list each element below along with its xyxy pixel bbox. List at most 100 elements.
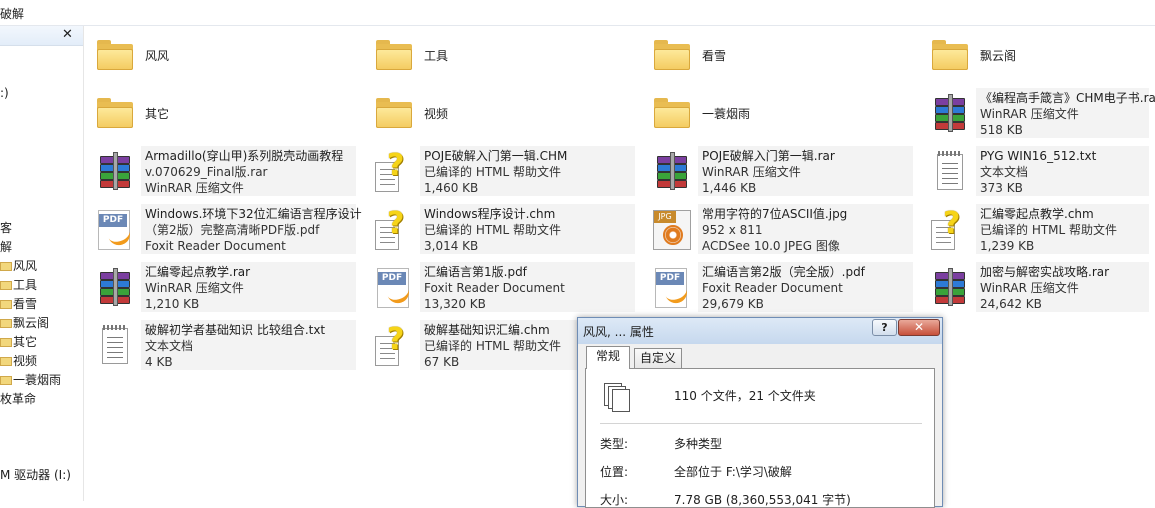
file-item[interactable]: POJE破解入门第一辑.rar WinRAR 压缩文件 1,446 KB <box>645 146 921 202</box>
tab-general[interactable]: 常规 <box>586 346 630 369</box>
item-text: 汇编语言第2版（完全版）.pdf Foxit Reader Document 29,… <box>702 264 865 312</box>
item-text: POJE破解入门第一辑.rar WinRAR 压缩文件 1,446 KB <box>702 148 835 196</box>
item-name: Armadillo(穿山甲)系列脱壳动画教程 <box>145 149 344 163</box>
folder-item[interactable]: 工具 <box>367 30 643 86</box>
item-detail: WinRAR 压缩文件 <box>145 281 244 295</box>
rar-file-icon <box>929 92 969 134</box>
folder-item[interactable]: 视频 <box>367 88 643 144</box>
folder-icon <box>0 300 12 309</box>
item-name: 汇编零起点教学.chm <box>980 207 1094 221</box>
item-text: 破解基础知识汇编.chm 已编译的 HTML 帮助文件 67 KB <box>424 322 561 370</box>
folder-icon <box>373 92 413 134</box>
nav-tree-item[interactable]: 视频 <box>0 352 37 369</box>
help-button[interactable]: ? <box>872 319 897 336</box>
nav-tree-label: 风风 <box>13 259 38 273</box>
item-text: 破解初学者基础知识 比较组合.txt 文本文档 4 KB <box>145 322 325 370</box>
nav-tree-item[interactable]: :) <box>0 86 9 100</box>
file-item[interactable]: JPG 常用字符的7位ASCII值.jpg 952 x 811 ACDSee 10.0… <box>645 204 921 260</box>
file-item[interactable]: Armadillo(穿山甲)系列脱壳动画教程 v.070629_Final版.ra… <box>88 146 364 202</box>
file-item[interactable]: 加密与解密实战攻略.rar WinRAR 压缩文件 24,642 KB <box>923 262 1149 318</box>
location-label: 位置: <box>600 465 629 479</box>
item-text: 飘云阁 <box>980 48 1016 64</box>
item-text: 汇编零起点教学.rar WinRAR 压缩文件 1,210 KB <box>145 264 250 312</box>
folder-icon <box>94 34 134 76</box>
file-item[interactable]: ? POJE破解入门第一辑.CHM 已编译的 HTML 帮助文件 1,460 KB <box>367 146 643 202</box>
item-name: 破解初学者基础知识 比较组合.txt <box>145 323 326 337</box>
item-name: 工具 <box>424 49 449 63</box>
file-item[interactable]: PDF 汇编语言第2版（完全版）.pdf Foxit Reader Document… <box>645 262 921 318</box>
nav-tree-item[interactable]: 解 <box>0 238 12 255</box>
nav-tree-item[interactable]: 一蓑烟雨 <box>0 371 61 388</box>
nav-tree-item[interactable]: 其它 <box>0 333 37 350</box>
file-item[interactable]: PDF Windows.环境下32位汇编语言程序设计 （第2版）完整高清晰PDF版.… <box>88 204 364 260</box>
item-detail: 1,239 KB <box>980 239 1035 253</box>
item-text: 汇编语言第1版.pdf Foxit Reader Document 13,320 K… <box>424 264 565 312</box>
pdf-file-icon: PDF <box>373 266 413 308</box>
item-detail: WinRAR 压缩文件 <box>980 281 1079 295</box>
file-item[interactable]: ? Windows程序设计.chm 已编译的 HTML 帮助文件 3,014 KB <box>367 204 643 260</box>
item-name: 风风 <box>145 49 170 63</box>
file-item[interactable]: 破解初学者基础知识 比较组合.txt 文本文档 4 KB <box>88 320 364 376</box>
item-text: 汇编零起点教学.chm 已编译的 HTML 帮助文件 1,239 KB <box>980 206 1117 254</box>
close-button[interactable]: ✕ <box>898 319 940 336</box>
item-detail: 29,679 KB <box>702 297 764 311</box>
folder-item[interactable]: 看雪 <box>645 30 921 86</box>
nav-tree-label: 客 <box>0 221 13 235</box>
type-value: 多种类型 <box>674 437 723 451</box>
nav-tree-label: 解 <box>0 240 13 254</box>
item-detail: ACDSee 10.0 JPEG 图像 <box>702 239 840 253</box>
item-detail: WinRAR 压缩文件 <box>145 181 244 195</box>
dialog-titlebar[interactable]: 风风, ... 属性 ? ✕ <box>578 318 942 344</box>
folder-icon <box>651 92 691 134</box>
navigation-pane-header: ✕ <box>0 26 83 46</box>
folder-icon <box>0 357 12 366</box>
rar-file-icon <box>94 266 134 308</box>
folder-item[interactable]: 飘云阁 <box>923 30 1149 86</box>
close-icon[interactable]: ✕ <box>62 27 73 42</box>
item-text: Armadillo(穿山甲)系列脱壳动画教程 v.070629_Final版.ra… <box>145 148 343 196</box>
item-name: POJE破解入门第一辑.rar <box>702 149 835 163</box>
item-detail: 1,460 KB <box>424 181 479 195</box>
nav-tree-label: 工具 <box>13 278 38 292</box>
item-name: 破解基础知识汇编.chm <box>424 323 550 337</box>
nav-tree-label: 枚革命 <box>0 392 37 406</box>
folder-item[interactable]: 其它 <box>88 88 364 144</box>
file-item[interactable]: 汇编零起点教学.rar WinRAR 压缩文件 1,210 KB <box>88 262 364 318</box>
folder-icon <box>651 34 691 76</box>
dialog-title: 风风, ... 属性 <box>583 325 654 339</box>
chm-file-icon: ? <box>373 322 413 366</box>
item-name: 一蓑烟雨 <box>702 107 751 121</box>
nav-tree-item[interactable]: 工具 <box>0 276 37 293</box>
item-name: Windows.环境下32位汇编语言程序设计 <box>145 207 362 221</box>
nav-tree-item[interactable]: 看雪 <box>0 295 37 312</box>
item-detail: 67 KB <box>424 355 460 369</box>
divider <box>600 423 922 424</box>
item-text: PYG WIN16_512.txt 文本文档 373 KB <box>980 148 1096 196</box>
size-value: 7.78 GB (8,360,553,041 字节) <box>674 493 851 507</box>
file-item[interactable]: 《编程高手箴言》CHM电子书.rar WinRAR 压缩文件 518 KB <box>923 88 1155 144</box>
nav-tree-item[interactable]: 枚革命 <box>0 390 36 407</box>
item-detail: 373 KB <box>980 181 1023 195</box>
item-detail: 已编译的 HTML 帮助文件 <box>424 223 562 237</box>
item-name: POJE破解入门第一辑.CHM <box>424 149 568 163</box>
item-detail: 1,446 KB <box>702 181 757 195</box>
item-name: 汇编零起点教学.rar <box>145 265 251 279</box>
item-name: 汇编语言第2版（完全版）.pdf <box>702 265 865 279</box>
file-item[interactable]: ? 汇编零起点教学.chm 已编译的 HTML 帮助文件 1,239 KB <box>923 204 1149 260</box>
chm-file-icon: ? <box>929 206 969 250</box>
nav-tree-label: 一蓑烟雨 <box>13 373 62 387</box>
nav-tree-item[interactable]: 客 <box>0 219 12 236</box>
nav-tree-item[interactable]: M 驱动器 (I:) <box>0 466 71 483</box>
file-item[interactable]: PDF 汇编语言第1版.pdf Foxit Reader Document 13,32… <box>367 262 643 318</box>
breadcrumb[interactable]: 破解 <box>0 5 24 22</box>
folder-item[interactable]: 风风 <box>88 30 364 86</box>
nav-tree-item[interactable]: 风风 <box>0 257 37 274</box>
folder-icon <box>0 262 12 271</box>
item-detail: 文本文档 <box>145 339 194 353</box>
tab-custom[interactable]: 自定义 <box>634 348 682 369</box>
item-detail: Foxit Reader Document <box>702 281 843 295</box>
nav-tree-label: 视频 <box>13 354 38 368</box>
nav-tree-item[interactable]: 飘云阁 <box>0 314 49 331</box>
folder-item[interactable]: 一蓑烟雨 <box>645 88 921 144</box>
file-item[interactable]: PYG WIN16_512.txt 文本文档 373 KB <box>923 146 1149 202</box>
